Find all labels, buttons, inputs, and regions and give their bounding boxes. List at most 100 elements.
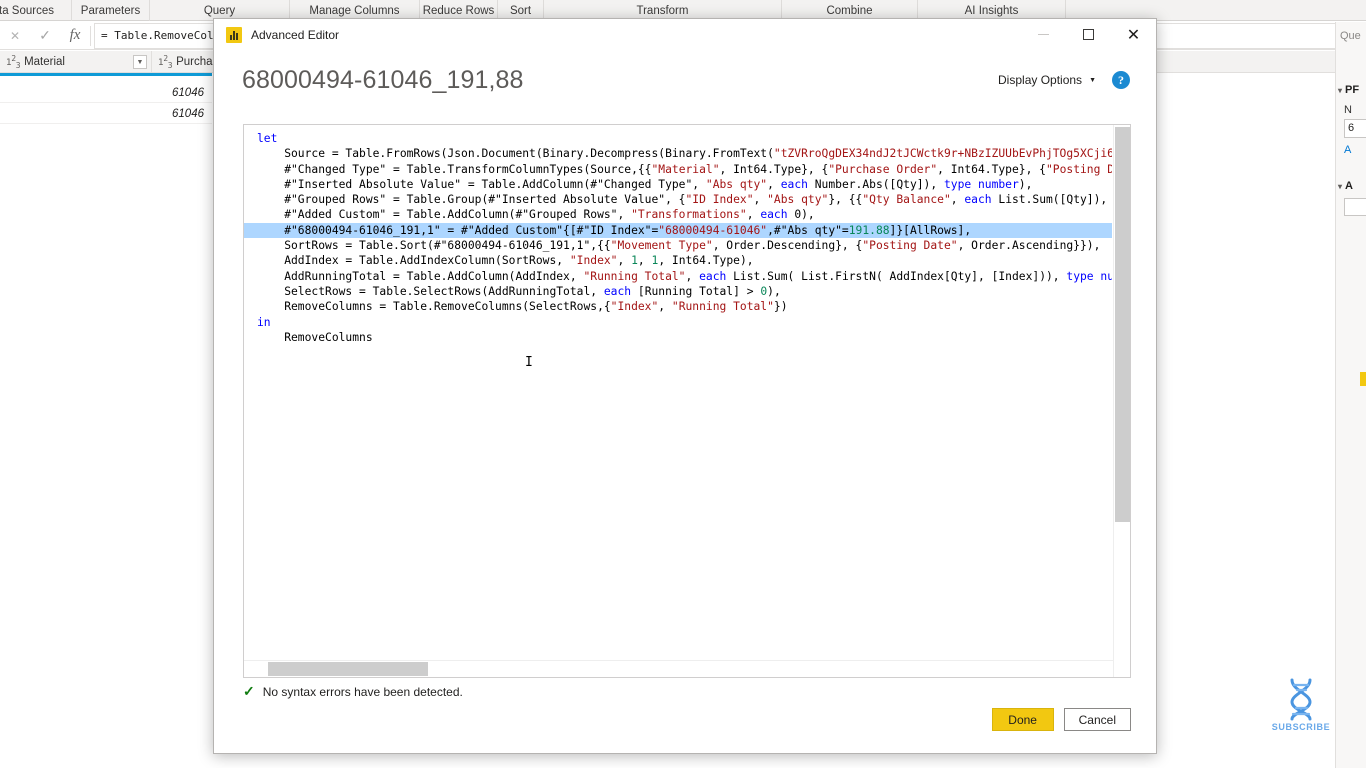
code-token: #"Changed Type" = Table.TransformColumnT… <box>257 162 652 176</box>
code-line[interactable]: #"Grouped Rows" = Table.Group(#"Inserted… <box>244 192 1112 207</box>
all-properties-link[interactable]: A <box>1344 144 1351 156</box>
code-editor[interactable]: let Source = Table.FromRows(Json.Documen… <box>243 124 1131 678</box>
help-icon[interactable]: ? <box>1112 71 1130 89</box>
code-line[interactable]: AddRunningTotal = Table.AddColumn(AddInd… <box>244 269 1112 284</box>
dialog-titlebar[interactable]: Advanced Editor ✕ <box>214 19 1156 51</box>
applied-step-item[interactable] <box>1344 198 1366 216</box>
code-line[interactable]: let <box>244 131 1112 146</box>
code-line[interactable]: RemoveColumns <box>244 330 1112 345</box>
code-token: type number <box>1066 269 1112 283</box>
power-bi-icon <box>226 26 242 43</box>
check-icon: ✓ <box>243 683 255 699</box>
ribbon-group-label: Parameters <box>80 4 141 17</box>
code-line[interactable]: RemoveColumns = Table.RemoveColumns(Sele… <box>244 299 1112 314</box>
code-token: , <box>685 269 700 283</box>
code-line[interactable]: #"Added Custom" = Table.AddColumn(#"Grou… <box>244 207 1112 222</box>
scrollbar-thumb[interactable] <box>268 662 428 676</box>
code-token: "Qty Balance" <box>862 193 951 207</box>
code-token: , <box>767 177 781 191</box>
close-icon[interactable]: ✕ <box>1111 19 1156 50</box>
ribbon-group-label: Transform <box>636 4 689 17</box>
code-token: , Order.Ascending}}), <box>957 239 1101 253</box>
triangle-expand-icon: ▾ <box>1338 182 1343 191</box>
display-options-dropdown[interactable]: Display Options ▼ <box>998 73 1096 87</box>
code-token: RemoveColumns <box>257 330 373 344</box>
code-token: SortRows = Table.Sort(#"68000494-61046_1… <box>257 239 611 253</box>
code-token: "Index" <box>569 254 618 268</box>
code-line[interactable]: SortRows = Table.Sort(#"68000494-61046_1… <box>244 238 1112 253</box>
code-line[interactable]: in <box>244 315 1112 330</box>
properties-section-header[interactable]: ▾ PF <box>1338 84 1359 96</box>
cancel-button[interactable]: Cancel <box>1063 708 1131 731</box>
code-line[interactable]: AddIndex = Table.AddIndexColumn(SortRows… <box>244 253 1112 268</box>
column-filter-icon[interactable]: ▼ <box>133 55 147 69</box>
query-name-input[interactable]: 6 <box>1344 119 1366 138</box>
table-row[interactable]: 61046 <box>0 104 212 124</box>
code-token: }, {{ <box>828 193 863 207</box>
text-cursor: I <box>525 355 533 370</box>
code-token: SelectRows = Table.SelectRows(AddRunning… <box>257 284 604 298</box>
triangle-expand-icon: ▾ <box>1338 86 1343 95</box>
code-token: each <box>780 177 808 191</box>
formula-cancel-icon[interactable]: ✕ <box>0 23 30 49</box>
editor-horizontal-scrollbar[interactable] <box>244 660 1113 677</box>
code-line-highlighted[interactable]: #"68000494-61046_191,1" = #"Added Custom… <box>244 222 1112 239</box>
code-token: , <box>746 208 761 222</box>
code-token: List.Sum([Qty]), <box>991 193 1112 207</box>
code-token: each <box>964 193 992 207</box>
ribbon-group-label: Reduce Rows <box>422 4 495 17</box>
ribbon-group-label: Combine <box>826 4 873 17</box>
fx-icon[interactable]: fx <box>60 23 90 49</box>
code-token: in <box>257 315 271 329</box>
ribbon-group-ta-sources: ta Sources <box>0 0 72 21</box>
step-highlight-marker <box>1360 372 1366 386</box>
formula-divider <box>90 25 91 46</box>
applied-steps-section-header[interactable]: ▾ A <box>1338 180 1353 192</box>
code-token: "Running Total" <box>671 300 774 314</box>
query-settings-pane: Que ▾ PF N 6 A ▾ A <box>1335 22 1366 768</box>
code-token: "Material" <box>651 162 720 176</box>
scrollbar-thumb[interactable] <box>1115 127 1130 522</box>
editor-vertical-scrollbar[interactable] <box>1113 125 1130 677</box>
code-token: "Posting Date" <box>1045 162 1112 176</box>
formula-accept-icon[interactable]: ✓ <box>30 23 60 49</box>
display-options-label: Display Options <box>998 73 1083 87</box>
code-line[interactable]: Source = Table.FromRows(Json.Document(Bi… <box>244 146 1112 161</box>
code-token: ), <box>767 284 781 298</box>
ribbon-group-label: AI Insights <box>964 4 1019 17</box>
code-token: "Index" <box>610 300 659 314</box>
column-header-material[interactable]: 123 Material ▼ <box>0 51 152 73</box>
ribbon-group-label: Sort <box>509 4 532 17</box>
code-line[interactable]: #"Inserted Absolute Value" = Table.AddCo… <box>244 177 1112 192</box>
code-line[interactable]: #"Changed Type" = Table.TransformColumnT… <box>244 162 1112 177</box>
subscribe-watermark: SUBSCRIBE <box>1262 668 1340 732</box>
code-token: , <box>753 193 768 207</box>
code-token: RemoveColumns = Table.RemoveColumns(Sele… <box>257 300 611 314</box>
code-token: "Running Total" <box>583 269 686 283</box>
code-token: each <box>603 284 632 298</box>
code-token: 191.88 <box>848 223 890 237</box>
minimize-icon[interactable] <box>1021 19 1066 50</box>
code-token: "tZVRroQgDEX34ndJ2tJCWctk9r+NBzIZUUbEvPh… <box>773 147 1112 161</box>
status-message: No syntax errors have been detected. <box>262 684 463 699</box>
code-token: , Order.Descending}, { <box>712 239 863 253</box>
done-button[interactable]: Done <box>991 708 1054 731</box>
code-token: #"Inserted Absolute Value" = Table.AddCo… <box>257 177 706 191</box>
chevron-down-icon: ▼ <box>1089 76 1096 84</box>
code-token: , Int64.Type), <box>658 254 754 268</box>
query-name-heading: 68000494-61046_191,88 <box>242 65 524 94</box>
code-token: Source = Table.FromRows(Json.Document(Bi… <box>257 147 774 161</box>
code-line[interactable]: SelectRows = Table.SelectRows(AddRunning… <box>244 284 1112 299</box>
code-content[interactable]: let Source = Table.FromRows(Json.Documen… <box>244 131 1112 659</box>
code-token: Number.Abs([Qty]), <box>807 177 944 191</box>
code-token: , <box>658 300 672 314</box>
dna-helix-icon <box>1290 678 1312 721</box>
code-token: #"Grouped Rows" = Table.Group(#"Inserted… <box>257 193 686 207</box>
maximize-icon[interactable] <box>1066 19 1111 50</box>
table-row[interactable]: 61046 <box>0 83 212 103</box>
code-token: ]}[AllRows], <box>889 223 972 237</box>
code-token: ,#"Abs qty"= <box>767 223 849 237</box>
code-token: ), <box>1018 177 1033 191</box>
ribbon-group-label: Manage Columns <box>309 4 400 17</box>
code-token: "Abs qty" <box>705 177 768 191</box>
